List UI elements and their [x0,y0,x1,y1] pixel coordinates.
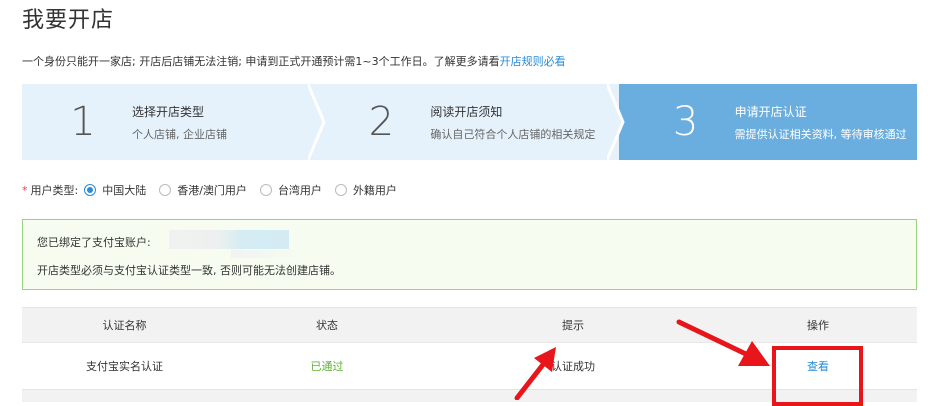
radio-label: 外籍用户 [352,184,397,197]
step-desc: 个人店铺, 企业店铺 [132,127,227,141]
step-3: 3 申请开店认证 需提供认证相关资料, 等待审核通过 [618,84,917,160]
highlight-box [772,346,863,406]
step-title: 阅读开店须知 [430,104,503,119]
radio-taiwan[interactable]: 台湾用户 [259,182,322,198]
radio-foreign[interactable]: 外籍用户 [334,182,397,198]
step-number: 2 [368,99,395,145]
step-chevron [308,84,326,160]
radio-label: 香港/澳门用户 [177,184,247,197]
step-desc: 需提供认证相关资料, 等待审核通过 [734,127,907,141]
radio-label: 台湾用户 [277,184,322,197]
step-title: 选择开店类型 [132,104,205,119]
header-status: 状态 [316,319,338,332]
header-action: 操作 [807,319,829,332]
notice-body: 一个身份只能开一家店; 开店后店铺无法注销; 申请到正式开通预计需1~3个工作日… [22,55,500,68]
cell-hint: 认证成功 [551,360,595,373]
cell-status: 已通过 [310,360,344,373]
radio-checked-icon[interactable] [84,184,97,196]
alipay-bound-text: 您已绑定了支付宝账户: [37,236,151,249]
step-2: 2 阅读开店须知 确认自己符合个人店铺的相关规定 [320,84,625,160]
radio-icon[interactable] [159,184,172,196]
radio-mainland[interactable]: 中国大陆 [84,182,146,198]
step-chevron [606,84,625,160]
radio-icon[interactable] [259,184,272,196]
step-number: 1 [70,99,96,145]
radio-hk-macau[interactable]: 香港/澳门用户 [159,182,247,198]
step-1: 1 选择开店类型 个人店铺, 企业店铺 [22,84,326,160]
step-number: 3 [672,99,699,145]
required-mark: * [22,183,28,197]
radio-icon[interactable] [334,184,347,196]
redacted-account [169,230,289,249]
header-name: 认证名称 [102,319,147,332]
table-header: 认证名称 状态 提示 操作 [22,308,917,342]
alipay-info-box: 您已绑定了支付宝账户: 开店类型必须与支付宝认证类型一致, 否则可能无法创建店铺… [22,219,917,290]
user-type-row: * 用户类型: 中国大陆 香港/澳门用户 台湾用户 外籍用户 [22,182,397,198]
step-title: 申请开店认证 [734,104,807,119]
user-type-label: 用户类型: [30,184,79,197]
progress-steps: 1 选择开店类型 个人店铺, 企业店铺 2 阅读开店须知 确认自己符合个人店铺的… [22,84,917,160]
radio-label: 中国大陆 [102,184,147,197]
cell-name: 支付宝实名认证 [86,360,163,373]
redacted-account-fade [231,250,311,258]
shop-rules-link[interactable]: 开店规则必看 [500,55,566,68]
header-hint: 提示 [562,319,584,332]
type-warning-text: 开店类型必须与支付宝认证类型一致, 否则可能无法创建店铺。 [37,264,341,277]
step-desc: 确认自己符合个人店铺的相关规定 [430,127,596,141]
page-title: 我要开店 [22,8,115,33]
notice-text: 一个身份只能开一家店; 开店后店铺无法注销; 申请到正式开通预计需1~3个工作日… [22,53,566,69]
